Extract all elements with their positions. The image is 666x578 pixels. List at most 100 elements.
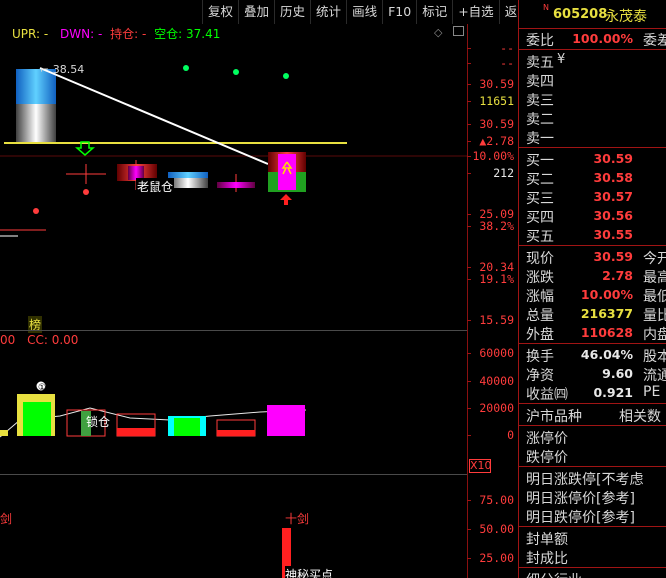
weibi-row[interactable]: 委比 100.00% 委差: [519, 29, 666, 49]
sell-row-4-label: 卖一: [526, 131, 554, 147]
buy-row-4-value: 30.55: [593, 227, 633, 242]
main-chart[interactable]: ⌐ 38.54: [0, 24, 467, 330]
sell-row-3[interactable]: 卖二: [519, 108, 666, 128]
limit-row-1-label: 跌停价: [526, 450, 568, 466]
stat-row-1[interactable]: 净资 9.60 流通: [519, 364, 666, 384]
divider: [519, 425, 666, 426]
next-day-row-0[interactable]: 明日涨跌停[不考虑: [519, 468, 666, 488]
candle-1-bottom: [16, 104, 56, 142]
axis-separator: [467, 24, 468, 578]
quote-row-4[interactable]: 外盘 110628 内盘: [519, 323, 666, 343]
stat-row-0[interactable]: 换手 46.04% 股本: [519, 345, 666, 365]
axis-label: 15.59: [479, 313, 514, 327]
buy-row-1[interactable]: 买二 30.58: [519, 168, 666, 188]
axis-label: 0: [507, 428, 514, 442]
toolbar-button-2[interactable]: 历史: [274, 0, 310, 24]
buy-row-2[interactable]: 买三 30.57: [519, 187, 666, 207]
toolbar-button-7[interactable]: +自选: [452, 0, 498, 24]
quote-row-2-label: 涨幅: [526, 289, 554, 305]
stock-superscript: N: [543, 3, 549, 12]
next-day-row-0-label: 明日涨跌停[不考虑: [526, 472, 644, 488]
axis-label: 75.00: [479, 493, 514, 507]
sell-row-1[interactable]: 卖四: [519, 70, 666, 90]
vol-bar-inner: [217, 430, 255, 436]
quote-row-2-ext: 最低: [643, 289, 666, 305]
seal-row-0[interactable]: 封单额: [519, 528, 666, 548]
divider: [519, 526, 666, 527]
toolbar-button-4[interactable]: 画线: [346, 0, 382, 24]
chart-area[interactable]: UPR: - DWN: - 持仓: - 空仓: 37.41 ◇ ⌐ 38.54 …: [0, 24, 518, 578]
stat-row-2[interactable]: 收益㈣ 0.921 PE: [519, 383, 666, 403]
toolbar-button-1[interactable]: 叠加: [238, 0, 274, 24]
industry-row[interactable]: 细分行业: [519, 569, 666, 578]
divider: [519, 245, 666, 246]
stat-row-0-label: 换手: [526, 349, 554, 365]
quote-panel: N 605208 永茂泰 委比100.00%委差卖五¥卖四卖三卖二卖一买一30.…: [518, 0, 666, 578]
limit-row-1[interactable]: 跌停价: [519, 446, 666, 466]
divider: [519, 49, 666, 50]
section-row[interactable]: 沪市品种 相关数: [519, 405, 666, 426]
quote-row-2[interactable]: 涨幅 10.00% 最低: [519, 285, 666, 305]
section-ext[interactable]: 相关数: [619, 406, 661, 426]
next-day-row-1[interactable]: 明日涨停价[参考]: [519, 487, 666, 507]
quote-row-3-value: 216377: [580, 306, 633, 321]
vol-bar-inner: [117, 428, 155, 436]
limit-row-0[interactable]: 涨停价: [519, 427, 666, 447]
signal-dot: [183, 65, 189, 71]
quote-row-4-label: 外盘: [526, 327, 554, 343]
multiplier-badge[interactable]: X10: [469, 459, 492, 473]
quote-row-1[interactable]: 涨跌 2.78 最高: [519, 266, 666, 286]
stat-row-2-ext: PE: [643, 384, 661, 400]
toolbar-button-6[interactable]: 标记: [416, 0, 452, 24]
quote-row-4-value: 110628: [580, 325, 633, 340]
label-lock: 锁仓: [86, 415, 111, 429]
sell-row-4[interactable]: 卖一: [519, 127, 666, 147]
divider: [519, 343, 666, 344]
axis-label: 30.59: [479, 117, 514, 131]
axis-label: --: [500, 41, 514, 55]
vol-bar-inner: [174, 418, 200, 436]
divider: [519, 403, 666, 404]
toolbar-button-0[interactable]: 复权: [202, 0, 238, 24]
axis-label: 60000: [479, 346, 514, 360]
toolbar-button-3[interactable]: 统计: [310, 0, 346, 24]
axis-tick: [467, 226, 471, 227]
pane-separator: [0, 474, 467, 475]
stock-header: N 605208 永茂泰: [519, 0, 666, 28]
lower-chart[interactable]: [0, 498, 467, 578]
axis-tick: [467, 353, 471, 354]
buy-row-3[interactable]: 买四 30.56: [519, 206, 666, 226]
toolbar: 复权叠加历史统计画线F10标记+自选返回: [202, 0, 530, 24]
buy-row-4[interactable]: 买五 30.55: [519, 225, 666, 245]
quote-row-2-value: 10.00%: [580, 287, 633, 302]
quote-row-0[interactable]: 现价 30.59 今开: [519, 247, 666, 267]
vol-bar-inner: [23, 402, 51, 436]
toolbar-button-5[interactable]: F10: [382, 0, 416, 24]
quote-row-3[interactable]: 总量 216377 量比: [519, 304, 666, 324]
axis-tick: [467, 320, 471, 321]
sell-row-2[interactable]: 卖三: [519, 89, 666, 109]
axis-label: 40000: [479, 374, 514, 388]
axis-tick: [467, 173, 471, 174]
weibi-row-ext: 委差: [643, 33, 666, 49]
currency-icon: ¥: [557, 52, 566, 67]
buy-row-4-label: 买五: [526, 229, 554, 245]
signal-dot-red: [83, 189, 89, 195]
sell-row-0-label: 卖五: [526, 55, 554, 71]
volume-chart[interactable]: ①: [0, 330, 467, 466]
sell-row-1-label: 卖四: [526, 74, 554, 90]
buy-row-0[interactable]: 买一 30.59: [519, 149, 666, 169]
axis-tick: [467, 500, 471, 501]
sell-row-3-label: 卖二: [526, 112, 554, 128]
seal-row-1[interactable]: 封成比: [519, 547, 666, 567]
candle-5: [217, 182, 255, 188]
axis-tick: [467, 435, 471, 436]
sell-row-0[interactable]: 卖五 ¥: [519, 51, 666, 71]
stat-row-1-label: 净资: [526, 368, 554, 384]
axis-tick: [467, 279, 471, 280]
divider: [519, 147, 666, 148]
axis-tick: [467, 101, 471, 102]
axis-tick: [467, 214, 471, 215]
next-day-row-2[interactable]: 明日跌停价[参考]: [519, 506, 666, 526]
axis-tick: [467, 408, 471, 409]
